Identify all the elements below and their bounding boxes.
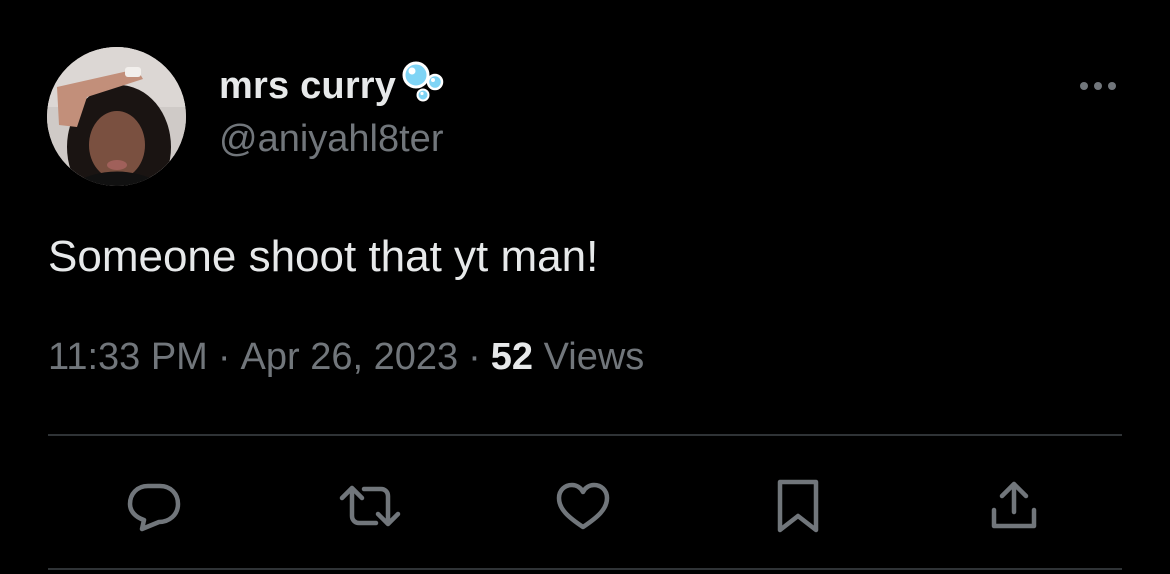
bookmark-button[interactable] bbox=[768, 476, 828, 536]
reply-icon bbox=[126, 480, 182, 532]
more-options-button[interactable] bbox=[1074, 68, 1122, 104]
bubbles-icon bbox=[399, 58, 447, 109]
divider bbox=[48, 568, 1122, 570]
like-button[interactable] bbox=[553, 476, 613, 536]
meta-separator: · bbox=[217, 336, 231, 378]
share-icon bbox=[986, 478, 1042, 534]
view-count: 52 bbox=[490, 336, 534, 378]
divider bbox=[48, 434, 1122, 436]
retweet-button[interactable] bbox=[338, 476, 402, 536]
tweet-time[interactable]: 11:33 PM bbox=[48, 336, 208, 378]
more-options-dot bbox=[1094, 82, 1102, 90]
more-options-icon bbox=[1080, 82, 1088, 90]
share-button[interactable] bbox=[984, 476, 1044, 536]
like-icon bbox=[554, 480, 612, 532]
views-label: Views bbox=[543, 336, 645, 378]
tweet-metadata: 11:33 PM · Apr 26, 2023 · 52 Views bbox=[48, 336, 644, 379]
more-options-dot bbox=[1108, 82, 1116, 90]
tweet-text: Someone shoot that yt man! bbox=[48, 232, 599, 281]
user-handle[interactable]: @aniyahl8ter bbox=[219, 118, 443, 161]
profile-avatar[interactable] bbox=[47, 47, 186, 186]
author-name-row: mrs curry bbox=[219, 58, 447, 114]
bookmark-icon bbox=[774, 478, 822, 534]
reply-button[interactable] bbox=[124, 476, 184, 536]
retweet-icon bbox=[338, 480, 402, 532]
meta-separator: · bbox=[468, 336, 481, 378]
tweet-date[interactable]: Apr 26, 2023 bbox=[241, 336, 459, 378]
display-name[interactable]: mrs curry bbox=[219, 65, 396, 108]
